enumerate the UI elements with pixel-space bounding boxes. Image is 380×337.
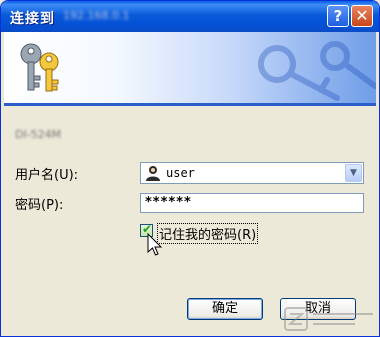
dialog-banner [4,32,376,106]
close-button[interactable]: ✕ [351,5,373,27]
password-value: ****** [145,195,192,210]
username-value: user [166,166,195,180]
dialog-title: 连接到 [10,11,55,27]
chevron-down-icon[interactable]: ▼ [345,164,362,182]
banner-stripe [4,103,376,106]
title-bar[interactable]: 连接到 192.168.0.1 ? ✕ [1,1,379,32]
help-button[interactable]: ? [327,5,349,27]
ok-button[interactable]: 确定 [187,298,263,320]
user-icon [146,166,160,181]
username-label: 用户名(U): [15,168,79,183]
password-field[interactable]: ****** [140,193,364,213]
banner-key-watermark [258,41,376,101]
dialog-title-host: 192.168.0.1 [63,9,130,22]
connect-dialog: 连接到 192.168.0.1 ? ✕ DI-524M 用户名(U): user… [0,0,380,337]
mouse-pointer-icon [147,233,163,256]
corner-watermark [284,307,373,331]
password-label: 密码(P): [15,198,64,213]
username-combobox[interactable]: user ▼ [140,162,364,184]
obscured-description: DI-524M [15,128,62,141]
remember-password-label[interactable]: 记住我的密码(R) [157,223,259,244]
keys-icon [20,43,59,92]
